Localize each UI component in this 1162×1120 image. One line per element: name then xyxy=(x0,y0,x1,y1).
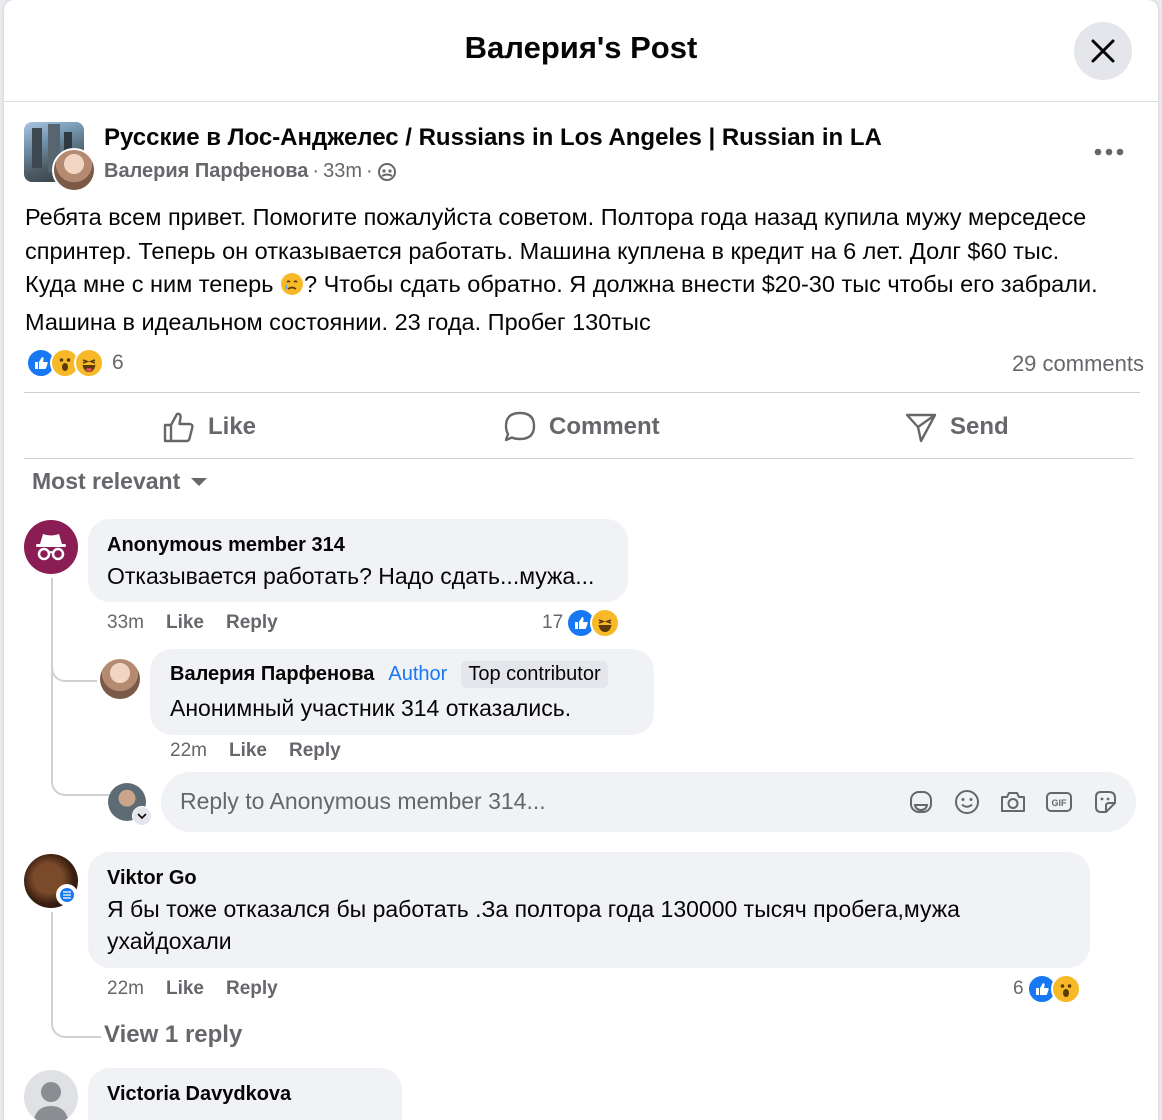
reply-author-link[interactable]: Валерия Парфенова xyxy=(170,663,374,686)
top-contributor-badge: Top contributor xyxy=(461,661,608,688)
reply-input[interactable]: Reply to Anonymous member 314... GIF xyxy=(161,772,1136,832)
comments-count-link[interactable]: 29 comments xyxy=(1012,351,1144,377)
group-name-link[interactable]: Русские в Лос-Анджелес / Russians in Los… xyxy=(104,124,882,152)
author-reply-avatar[interactable] xyxy=(100,659,140,699)
thread-line xyxy=(51,912,53,1012)
reply-time[interactable]: 22m xyxy=(170,740,207,762)
thread-connector xyxy=(51,1012,101,1038)
comment-bubble: Viktor Go Я бы тоже отказался бы работат… xyxy=(88,852,1090,968)
anonymous-avatar[interactable] xyxy=(24,520,78,574)
dialog-header: Валерия's Post xyxy=(4,0,1158,102)
dialog-title: Валерия's Post xyxy=(464,30,698,65)
more-icon xyxy=(1094,148,1124,156)
haha-reaction-icon xyxy=(74,348,104,378)
gif-icon: GIF xyxy=(1046,792,1072,812)
author-avatar[interactable] xyxy=(52,148,96,192)
send-button[interactable]: Send xyxy=(904,405,1009,449)
crying-emoji-icon xyxy=(280,272,304,306)
flag-badge-icon xyxy=(56,884,78,906)
reply-bubble: Валерия Парфенова Author Top contributor… xyxy=(150,649,654,735)
send-icon xyxy=(905,413,937,443)
comment-reply-button[interactable]: Reply xyxy=(226,978,278,1000)
comment-meta: 33m Like Reply xyxy=(107,612,278,634)
gif-button[interactable]: GIF xyxy=(1045,788,1073,816)
reaction-summary[interactable]: 6 xyxy=(26,348,124,378)
camera-button[interactable] xyxy=(999,788,1027,816)
view-replies-link[interactable]: View 1 reply xyxy=(104,1021,242,1049)
sticker-icon xyxy=(1095,791,1116,813)
chevron-down-icon xyxy=(191,477,208,486)
haha-reaction-icon xyxy=(590,608,621,638)
post-text: Ребята всем привет. Помогите пожалуйста … xyxy=(25,204,1098,335)
comment-button[interactable]: Comment xyxy=(503,405,660,449)
like-button[interactable]: Like xyxy=(162,405,256,449)
divider xyxy=(24,458,1133,459)
chevron-down-icon xyxy=(137,813,147,820)
incognito-icon xyxy=(36,534,66,561)
comment-time[interactable]: 22m xyxy=(107,978,144,1000)
reply-like-button[interactable]: Like xyxy=(229,740,267,762)
group-privacy-icon xyxy=(377,162,396,181)
emoji-icon xyxy=(955,790,979,814)
more-options-button[interactable] xyxy=(1089,132,1129,172)
comment-like-button[interactable]: Like xyxy=(166,612,204,634)
reply-meta: 22m Like Reply xyxy=(170,740,341,762)
sort-dropdown[interactable]: Most relevant xyxy=(32,468,208,495)
wow-reaction-icon xyxy=(1050,974,1081,1004)
comment-meta: 22m Like Reply xyxy=(107,978,278,1000)
camera-icon xyxy=(1001,792,1025,812)
author-tag: Author xyxy=(388,663,448,685)
default-user-icon xyxy=(33,1082,69,1120)
comment-reactions[interactable]: 6 xyxy=(1013,974,1081,1004)
account-switch-chevron[interactable] xyxy=(132,806,152,826)
comment-reply-button[interactable]: Reply xyxy=(226,612,278,634)
reply-reply-button[interactable]: Reply xyxy=(289,740,341,762)
divider xyxy=(24,392,1140,393)
post-time[interactable]: 33m xyxy=(323,160,362,183)
comment-bubble: Victoria Davydkova xyxy=(88,1068,402,1120)
close-button[interactable] xyxy=(1074,22,1132,80)
comment-reactions[interactable]: 17 xyxy=(542,608,621,638)
post-dialog: Валерия's Post Русские в Лос-Анджелес / … xyxy=(4,0,1158,1120)
post-author-link[interactable]: Валерия Парфенова xyxy=(104,160,308,183)
comment-bubble: Anonymous member 314 Отказывается работа… xyxy=(88,519,628,602)
comment-time[interactable]: 33m xyxy=(107,612,144,634)
avatar-sticker-icon xyxy=(910,791,932,813)
comment-author-link[interactable]: Viktor Go xyxy=(107,867,197,890)
thread-connector xyxy=(51,768,109,796)
comment-icon xyxy=(504,411,536,442)
comment-author-link[interactable]: Anonymous member 314 xyxy=(107,534,345,557)
like-icon xyxy=(163,412,194,443)
comment-author-link[interactable]: Victoria Davydkova xyxy=(107,1083,291,1106)
post-meta: Валерия Парфенова · 33m · xyxy=(104,160,397,183)
comment-text: Я бы тоже отказался бы работать .За полт… xyxy=(107,896,960,954)
victoria-avatar[interactable] xyxy=(24,1070,78,1120)
reply-placeholder: Reply to Anonymous member 314... xyxy=(180,788,546,814)
reaction-count: 6 xyxy=(112,351,124,374)
emoji-button[interactable] xyxy=(953,788,981,816)
comment-like-button[interactable]: Like xyxy=(166,978,204,1000)
close-icon xyxy=(1091,39,1115,63)
reply-text: Анонимный участник 314 отказались. xyxy=(170,695,572,721)
thread-connector xyxy=(51,660,97,682)
comment-text: Отказывается работать? Надо сдать...мужа… xyxy=(107,563,595,589)
svg-text:GIF: GIF xyxy=(1052,798,1068,808)
avatar-sticker-button[interactable] xyxy=(907,788,935,816)
sticker-button[interactable] xyxy=(1091,788,1119,816)
